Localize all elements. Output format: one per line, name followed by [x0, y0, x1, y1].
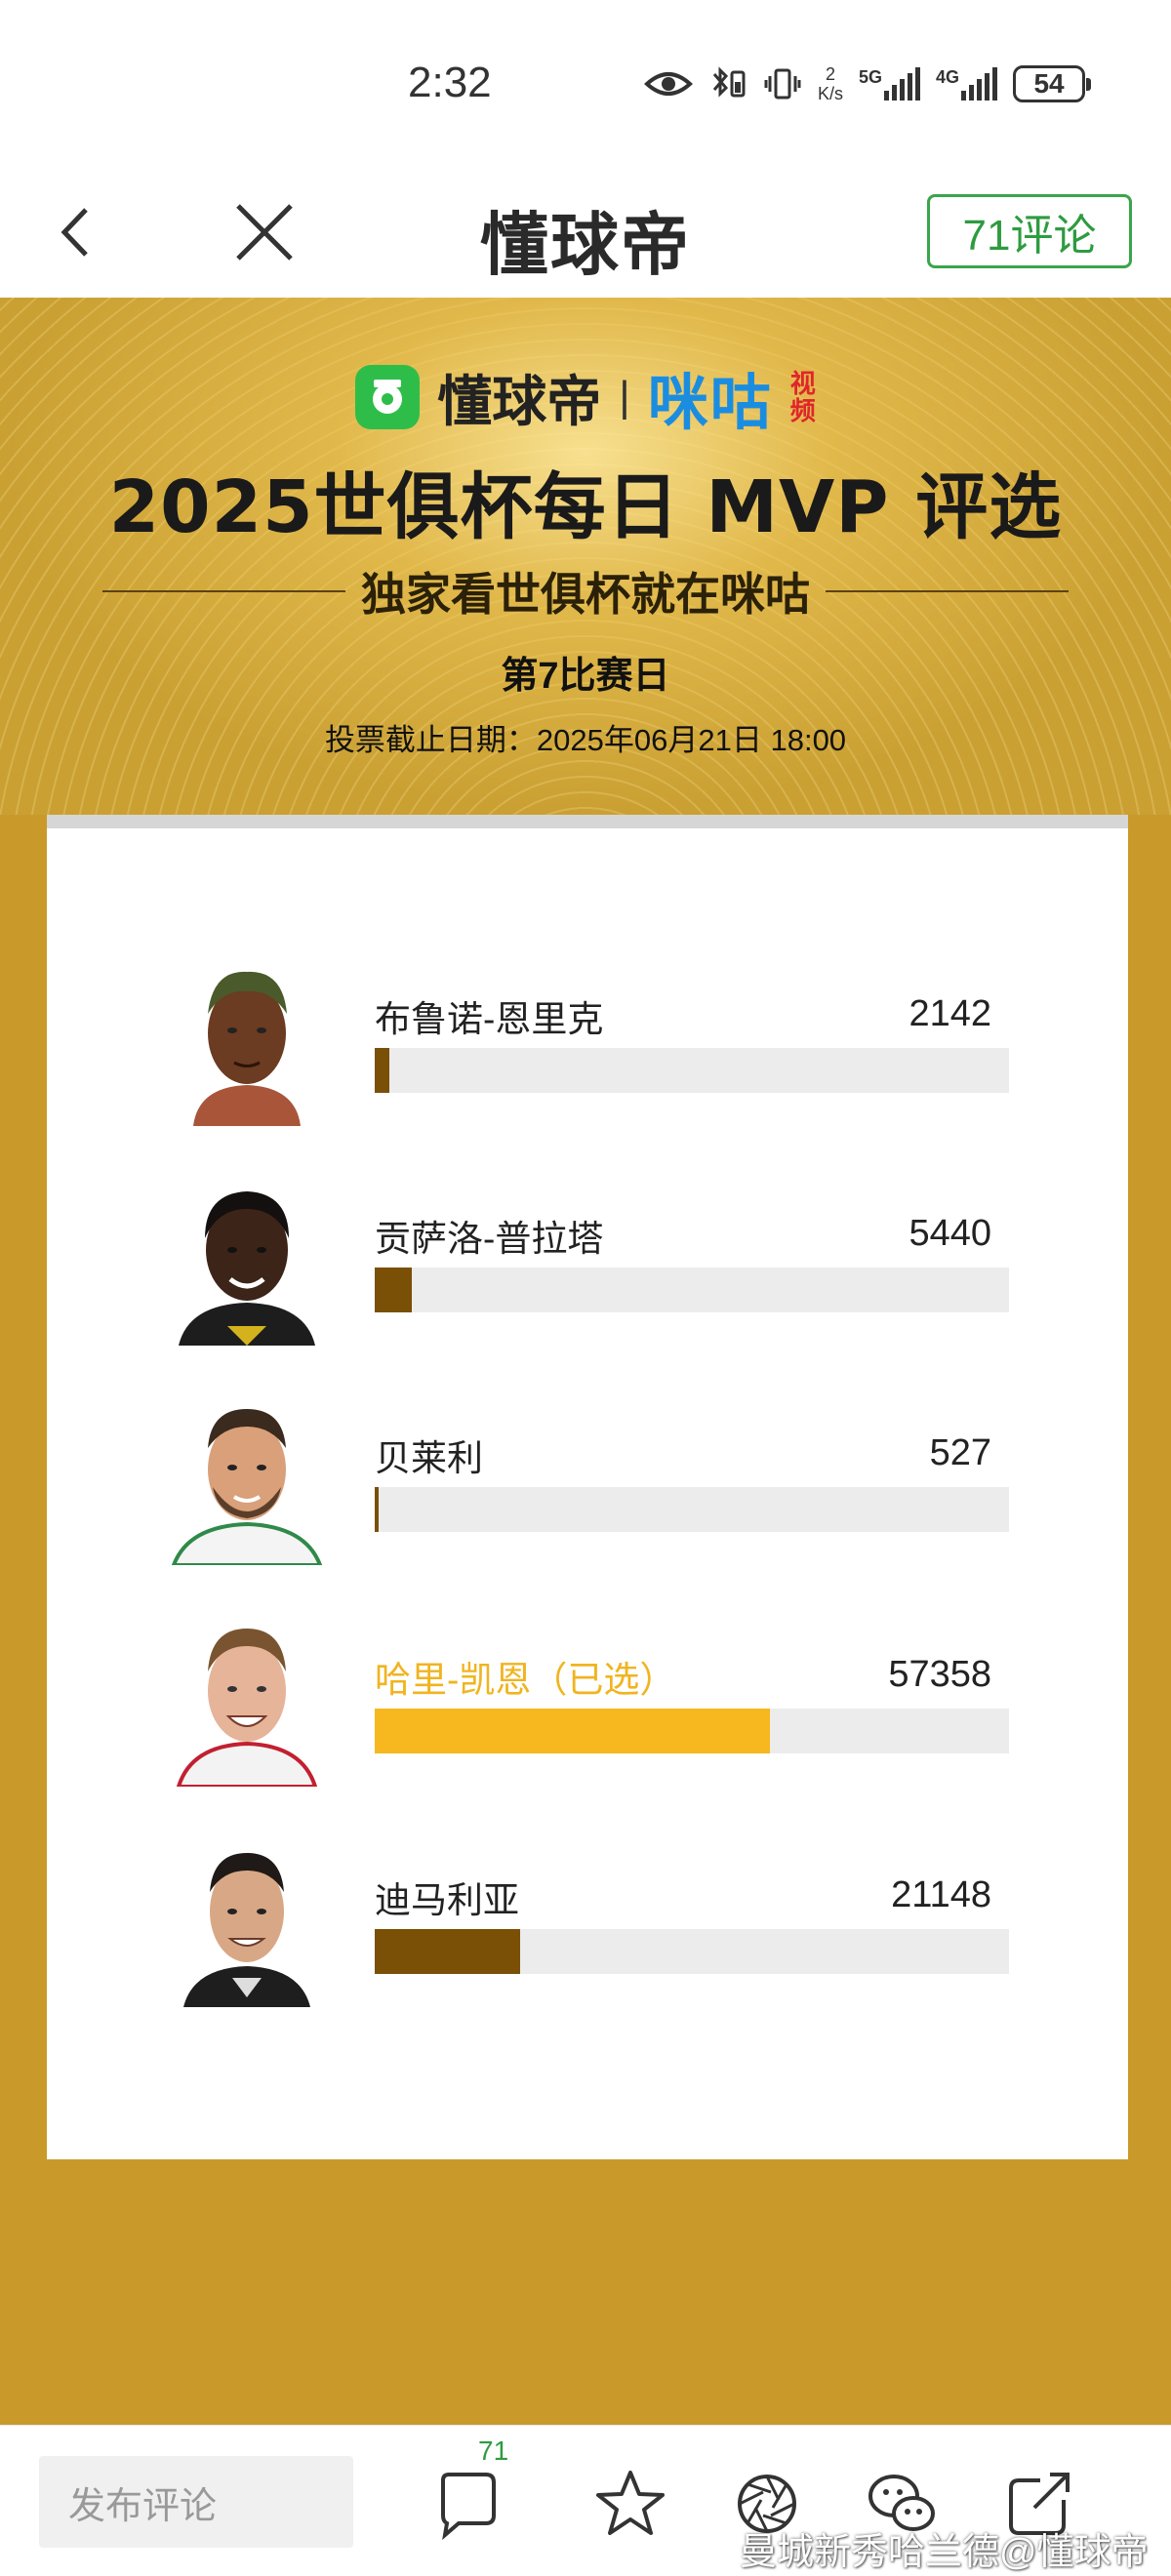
signal-4g-icon: 4G: [936, 67, 998, 101]
player-row[interactable]: 贡萨洛-普拉塔 5440: [47, 1180, 1128, 1375]
player-row[interactable]: 贝莱利 527: [47, 1399, 1128, 1594]
vote-bar-track: [375, 1929, 1009, 1974]
dqd-app-icon: [355, 365, 421, 429]
banner-subtitle: 独家看世俱杯就在咪咕: [361, 568, 810, 621]
signal-5g-icon: 5G: [859, 67, 921, 101]
player-name: 贡萨洛-普拉塔: [375, 1219, 604, 1259]
comments-button[interactable]: 71评论: [927, 194, 1132, 268]
status-icons: 2 K/s 5G 4G 54: [644, 60, 1092, 107]
player-votes: 21148: [891, 1874, 991, 1915]
matchday-label: 第7比赛日: [501, 656, 670, 697]
player-votes: 2142: [909, 993, 991, 1034]
comment-count-badge: 71: [478, 2435, 509, 2466]
vote-bar-fill: [375, 1268, 413, 1312]
player-votes: 57358: [888, 1654, 991, 1695]
mvp-banner: 懂球帝 | 咪咕 视 频 2025世俱杯每日 MVP 评选 独家看世俱杯就在咪咕…: [0, 298, 1171, 2425]
player-row[interactable]: 迪马利亚 21148: [47, 1841, 1128, 2036]
player-photo: [164, 960, 330, 1126]
vote-bar-track: [375, 1487, 1009, 1532]
brand-migu: 咪咕: [647, 367, 773, 438]
vote-bar-fill-selected: [375, 1709, 771, 1753]
player-photo: [164, 1841, 330, 2007]
divider: [826, 590, 1069, 592]
bottom-bar: 发布评论 71 曼城新秀哈兰德@懂球帝: [0, 2425, 1171, 2576]
brand-dqd: 懂球帝: [437, 370, 602, 434]
eye-icon: [644, 69, 693, 99]
watermark: 曼城新秀哈兰德@懂球帝: [740, 2532, 1149, 2573]
player-photo: [164, 1180, 330, 1346]
status-time: 2:32: [408, 59, 492, 106]
player-name-selected: 哈里-凯恩（已选）: [375, 1660, 676, 1700]
brand-row: 懂球帝 | 咪咕 视 频: [0, 353, 1171, 441]
favorite-button[interactable]: [591, 2465, 669, 2543]
player-votes: 527: [929, 1432, 991, 1473]
player-row[interactable]: 布鲁诺-恩里克 2142: [47, 960, 1128, 1155]
bluetooth-battery-icon: [708, 64, 747, 103]
battery-icon: 54: [1013, 65, 1092, 102]
player-photo: [164, 1621, 330, 1787]
vote-card: 布鲁诺-恩里克 2142 贡萨洛-普拉塔 5440 贝莱利 527 哈里-凯恩（…: [47, 815, 1128, 2159]
player-name: 布鲁诺-恩里克: [375, 999, 604, 1039]
comment-input[interactable]: 发布评论: [39, 2456, 353, 2548]
player-name: 迪马利亚: [375, 1880, 519, 1920]
vote-bar-track: [375, 1048, 1009, 1093]
vote-deadline: 投票截止日期：2025年06月21日 18:00: [324, 723, 847, 757]
vote-bar-track: [375, 1268, 1009, 1312]
player-votes: 5440: [909, 1213, 991, 1254]
banner-subtitle-row: 独家看世俱杯就在咪咕: [102, 559, 1069, 624]
player-row-selected[interactable]: 哈里-凯恩（已选） 57358: [47, 1621, 1128, 1816]
nav-bar: 懂球帝 71评论: [0, 171, 1171, 298]
comment-bubble-icon: [441, 2473, 496, 2541]
network-speed: 2 K/s: [818, 64, 844, 103]
star-icon: [596, 2471, 665, 2535]
status-bar: 2:32 2 K/s 5G 4G 54: [0, 0, 1171, 171]
divider: [102, 590, 345, 592]
brand-migu-sub: 视 频: [789, 369, 816, 425]
vote-bar-fill: [375, 1487, 379, 1532]
vibrate-icon: [763, 64, 802, 103]
comments-icon-button[interactable]: [429, 2465, 507, 2543]
banner-header: 懂球帝 | 咪咕 视 频 2025世俱杯每日 MVP 评选 独家看世俱杯就在咪咕…: [0, 298, 1171, 815]
player-name: 贝莱利: [375, 1438, 483, 1478]
vote-bar-track: [375, 1709, 1009, 1753]
vote-bar-fill: [375, 1929, 521, 1974]
player-photo: [164, 1399, 330, 1565]
brand-separator: |: [619, 373, 630, 421]
banner-title: 2025世俱杯每日 MVP 评选: [108, 465, 1063, 549]
vote-bar-fill: [375, 1048, 390, 1093]
